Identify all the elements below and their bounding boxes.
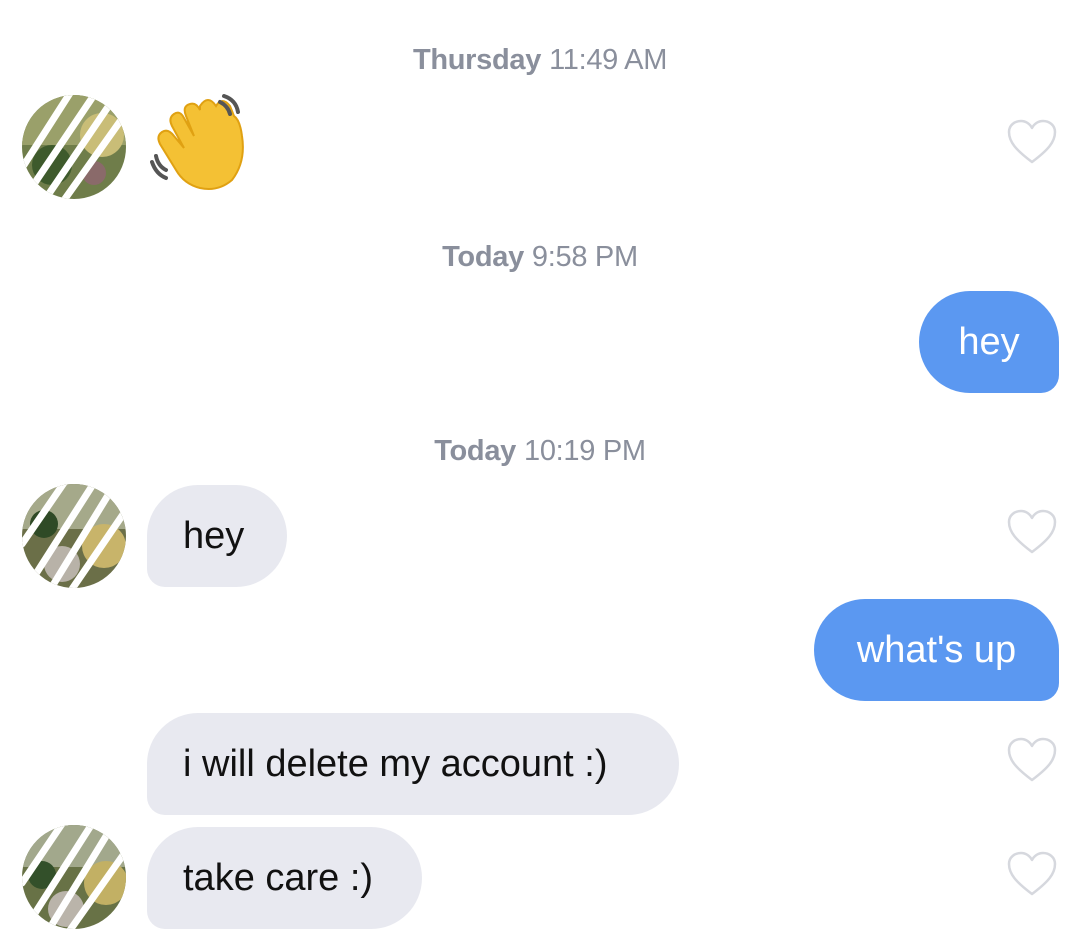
incoming-message-bubble[interactable]: hey — [147, 485, 287, 587]
like-heart-icon[interactable] — [1006, 118, 1058, 166]
incoming-message-bubble[interactable]: i will delete my account :) — [147, 713, 679, 815]
timestamp-day: Today — [442, 241, 524, 273]
timestamp-time: 9:58 PM — [531, 241, 638, 273]
contact-avatar[interactable] — [22, 484, 126, 588]
contact-avatar[interactable] — [22, 95, 126, 199]
timestamp-divider: Thursday 11:49 AM — [0, 44, 1080, 77]
waving-hand-icon — [150, 94, 244, 190]
timestamp-time: 10:19 PM — [524, 435, 646, 467]
timestamp-divider: Today 9:58 PM — [0, 241, 1080, 274]
waving-hand-emoji — [150, 92, 250, 192]
outgoing-message-bubble[interactable]: what's up — [814, 599, 1059, 701]
timestamp-day: Today — [434, 435, 516, 467]
message-text: what's up — [856, 629, 1017, 671]
message-text: hey — [958, 321, 1020, 363]
message-text: hey — [183, 515, 245, 557]
outgoing-message-bubble[interactable]: hey — [919, 291, 1059, 393]
incoming-message-bubble[interactable]: take care :) — [147, 827, 422, 929]
timestamp-day: Thursday — [412, 44, 542, 76]
message-text: take care :) — [183, 857, 374, 899]
contact-avatar[interactable] — [22, 825, 126, 929]
like-heart-icon[interactable] — [1006, 850, 1058, 898]
like-heart-icon[interactable] — [1006, 508, 1058, 556]
like-heart-icon[interactable] — [1006, 736, 1058, 784]
timestamp-time: 11:49 AM — [549, 44, 668, 76]
message-text: i will delete my account :) — [183, 743, 608, 785]
timestamp-divider: Today 10:19 PM — [0, 435, 1080, 468]
